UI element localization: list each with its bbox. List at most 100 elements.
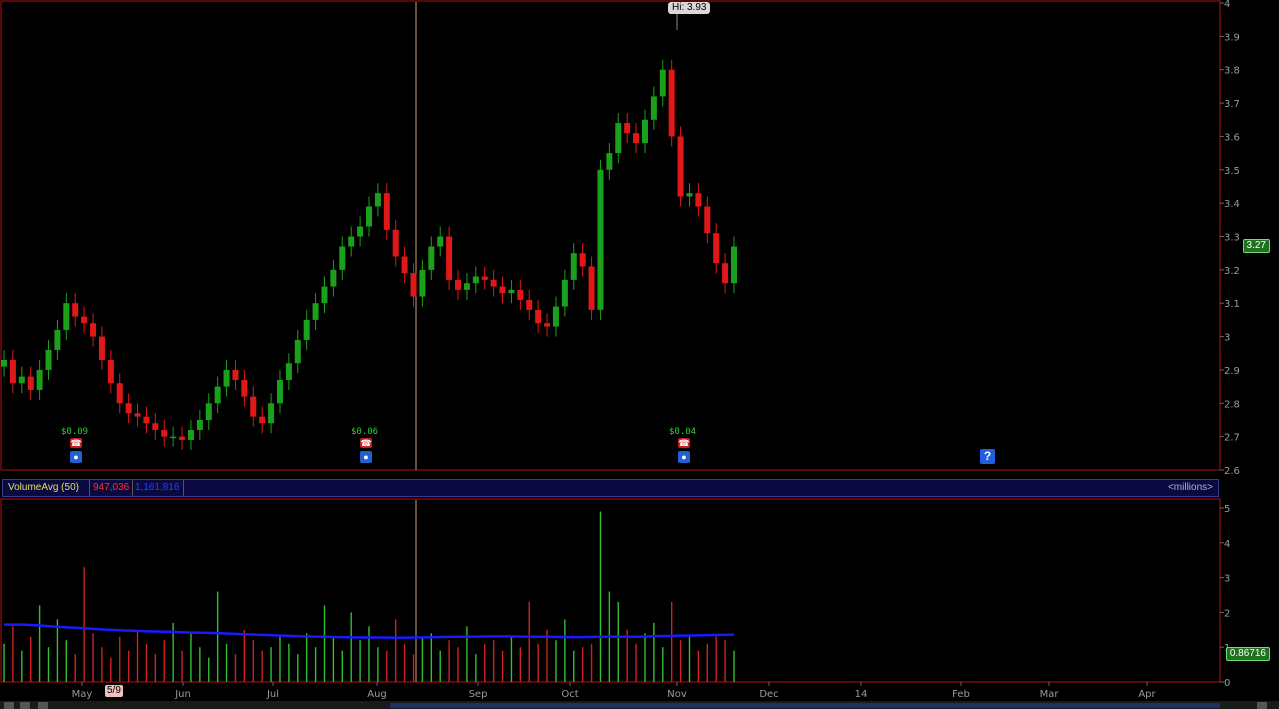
candle-body (401, 256, 408, 274)
volume-axis: 012345 (1220, 504, 1230, 689)
price-axis: 2.6 2.7 2.8 2.9 3 3.1 3.2 3.3 3.4 3.5 3.6 3.7 3.8 3.9… (1220, 0, 1240, 477)
candle-body (268, 403, 275, 424)
candle-body (704, 206, 711, 234)
candle-body (348, 236, 355, 247)
time-tick-label: Jul (266, 689, 279, 700)
candle-body (517, 289, 524, 300)
study-name[interactable]: VolumeAvg (50) (5, 480, 82, 496)
candle-body (187, 429, 194, 440)
time-tick-label: 14 (855, 689, 868, 700)
candle-body (481, 276, 488, 280)
candle-body (713, 233, 720, 264)
candle-body (9, 359, 16, 384)
candle-body (196, 419, 203, 430)
candle-body (1, 359, 7, 367)
candle-body (419, 269, 426, 297)
candle-body (597, 169, 604, 310)
volume-tick-label: 3 (1224, 574, 1230, 585)
candle-body (641, 119, 648, 144)
zoom-in-button[interactable] (20, 702, 30, 709)
candle-body (383, 193, 390, 230)
candle-body (615, 123, 622, 154)
price-candle (668, 59, 675, 147)
zoom-out-button[interactable] (38, 702, 48, 709)
time-tick-label: May (72, 689, 93, 700)
phone-icon[interactable]: ☎ (678, 438, 690, 448)
earnings-label-1: $0.09 (61, 427, 89, 437)
candle-body (472, 276, 479, 284)
price-tick-label: 2.9 (1224, 366, 1240, 377)
price-tick-label: 3.2 (1224, 266, 1240, 277)
bulb-icon[interactable]: ● (360, 451, 372, 463)
candle-body (446, 236, 453, 280)
price-tick-label: 3.1 (1224, 299, 1240, 310)
nav-button[interactable] (4, 702, 14, 709)
candle-body (303, 319, 310, 340)
candle-body (428, 246, 435, 270)
candle-body (339, 246, 346, 270)
candle-body (143, 416, 150, 424)
candle-body (731, 246, 737, 284)
study-units: <millions> (1167, 482, 1213, 493)
price-tick-label: 3.7 (1224, 99, 1240, 110)
candle-body (294, 339, 301, 364)
study-value-average: 1,161,816 (132, 480, 184, 496)
price-tick-label: 3.3 (1224, 233, 1240, 244)
price-tick-label: 3.6 (1224, 132, 1240, 143)
candle-body (170, 436, 177, 439)
candle-body (579, 253, 586, 267)
time-tick-label: Mar (1040, 689, 1060, 700)
bulb-icon[interactable]: ● (70, 451, 82, 463)
expand-button[interactable] (1257, 702, 1267, 709)
candle-body (410, 273, 417, 297)
candle-body (650, 96, 657, 120)
time-tick-label: Nov (667, 689, 687, 700)
candle-body (321, 286, 328, 304)
study-value-volume: 947,036 (89, 480, 134, 496)
price-tick-label: 3.5 (1224, 166, 1240, 177)
earnings-label-3: $0.04 (669, 427, 697, 437)
candle-body (250, 396, 257, 417)
time-tick-label: Feb (952, 689, 970, 700)
candle-body (552, 306, 559, 327)
chart-canvas[interactable]: 2.6 2.7 2.8 2.9 3 3.1 3.2 3.3 3.4 3.5 3.6 3.7 3.8 3.9… (0, 0, 1279, 709)
volume-current-tag: 0.86716 (1225, 647, 1270, 661)
candle-body (570, 253, 577, 280)
time-tick-label: Aug (367, 689, 387, 700)
volume-tick-label: 0 (1224, 678, 1230, 689)
volume-tick-label: 4 (1224, 539, 1230, 550)
candle-body (214, 386, 221, 404)
volume-tick-label: 2 (1224, 608, 1230, 619)
candle-body (668, 69, 675, 137)
price-tick-label: 3.9 (1224, 32, 1240, 43)
price-tick-label: 3.8 (1224, 66, 1240, 77)
candle-body (357, 226, 364, 237)
candle-body (27, 376, 34, 390)
help-icon[interactable]: ? (980, 449, 995, 464)
candle-body (63, 303, 70, 330)
candle-body (45, 349, 52, 370)
candle-body (437, 236, 444, 247)
candle-body (90, 323, 97, 337)
volume-pane[interactable] (0, 498, 1221, 683)
time-axis: May Jun Jul Aug Sep Oct Nov Dec 14 Feb Mar Apr (72, 682, 1157, 700)
candle-body (241, 379, 248, 397)
candle-body (179, 436, 186, 440)
candle-body (588, 266, 595, 310)
scrollbar-thumb[interactable] (390, 703, 1220, 708)
price-tick-label: 2.7 (1224, 433, 1240, 444)
candle-body (161, 429, 168, 437)
candle-body (285, 363, 292, 380)
high-label: Hi: 3.93 (668, 2, 711, 14)
candle-body (54, 329, 61, 350)
earnings-label-2: $0.06 (351, 427, 379, 437)
study-header[interactable]: VolumeAvg (50) 947,036 1,161,816 <millio… (2, 479, 1219, 497)
candle-body (695, 193, 702, 207)
price-tick-label: 4 (1224, 0, 1230, 10)
phone-icon[interactable]: ☎ (360, 438, 372, 448)
bulb-icon[interactable]: ● (678, 451, 690, 463)
candle-body (686, 193, 693, 197)
price-pane[interactable] (0, 0, 1221, 471)
phone-icon[interactable]: ☎ (70, 438, 82, 448)
candle-body (544, 323, 551, 327)
